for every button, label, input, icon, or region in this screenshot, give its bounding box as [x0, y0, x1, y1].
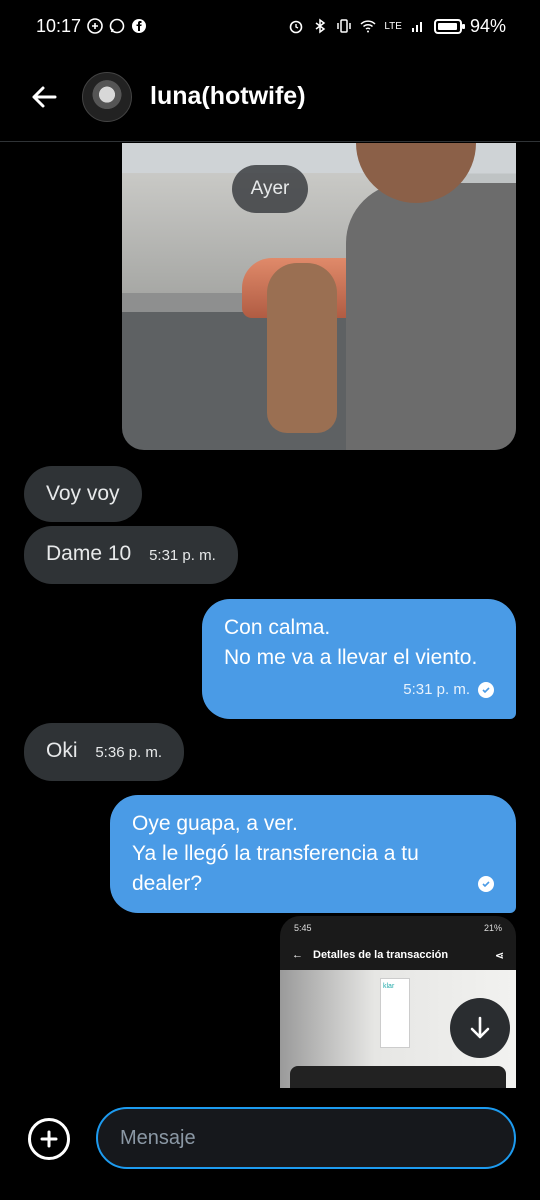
photo-hand	[267, 263, 337, 433]
photo-person	[346, 183, 516, 450]
message-time: 5:36 p. m.	[95, 744, 163, 761]
message-bubble-incoming[interactable]: Dame 10 5:31 p. m.	[24, 526, 238, 584]
message-text-line: dealer?	[132, 872, 203, 895]
message-input[interactable]	[96, 1107, 516, 1169]
screenshot-card-illustration: klar	[380, 978, 410, 1048]
status-bar: 10:17 LTE 94%	[0, 0, 540, 52]
composer	[0, 1088, 540, 1200]
message-text: Voy voy	[46, 482, 120, 505]
network-label: LTE	[384, 20, 402, 32]
message-list[interactable]: Ayer Voy voy Dame 10 5:31 p. m. Con calm…	[0, 143, 540, 1088]
screenshot-title: Detalles de la transacción	[313, 949, 449, 961]
wifi-icon	[360, 20, 376, 33]
message-text: Dame 10	[46, 542, 132, 565]
message-text-line: No me va a llevar el viento.	[224, 646, 478, 669]
contact-name[interactable]: luna(hotwife)	[150, 82, 306, 111]
signal-icon	[411, 22, 422, 32]
add-attachment-button[interactable]	[28, 1118, 70, 1160]
arrow-left-icon	[32, 86, 57, 107]
back-button[interactable]	[22, 75, 66, 119]
screenshot-time: 5:45	[294, 923, 312, 933]
scroll-to-bottom-button[interactable]	[450, 998, 510, 1058]
message-text: Oki	[46, 739, 78, 762]
whatsapp-icon	[109, 18, 125, 34]
chat-header: luna(hotwife)	[0, 52, 540, 142]
message-time: 5:31 p. m.	[403, 681, 470, 698]
message-bubble-outgoing[interactable]: Con calma. No me va a llevar el viento. …	[202, 599, 516, 719]
message-bubble-incoming[interactable]: Oki 5:36 p. m.	[24, 723, 185, 781]
message-bubble-incoming[interactable]: Voy voy	[24, 466, 142, 522]
message-time: 5:31 p. m.	[149, 547, 216, 564]
avatar[interactable]	[82, 71, 132, 122]
screenshot-dark-card	[290, 1066, 506, 1088]
battery-percent: 94%	[469, 15, 506, 36]
battery-icon	[433, 18, 465, 34]
bluetooth-icon	[315, 18, 326, 34]
date-separator: Ayer	[232, 165, 308, 213]
notification-app-icon	[87, 18, 103, 34]
facebook-icon	[132, 19, 147, 33]
screenshot-back-icon: ←	[292, 949, 303, 961]
vibrate-icon	[337, 19, 352, 33]
status-time: 10:17	[36, 15, 82, 36]
plus-icon	[40, 1130, 58, 1148]
message-bubble-outgoing[interactable]: Oye guapa, a ver. Ya le llegó la transfe…	[110, 795, 516, 913]
arrow-down-icon	[470, 1016, 490, 1039]
message-text-line: Ya le llegó la transferencia a tu	[132, 842, 419, 865]
read-check-icon	[478, 876, 494, 892]
read-check-icon	[478, 682, 494, 698]
alarm-icon	[290, 20, 303, 34]
share-icon: ⋖	[494, 949, 504, 962]
message-text-line: Con calma.	[224, 616, 331, 639]
photo-message[interactable]	[122, 143, 516, 450]
screenshot-status-bar: 5:45 21%	[280, 916, 516, 940]
message-text-line: Oye guapa, a ver.	[132, 812, 298, 835]
screenshot-header: ← Detalles de la transacción ⋖	[280, 940, 516, 970]
screenshot-battery: 21%	[483, 923, 502, 933]
